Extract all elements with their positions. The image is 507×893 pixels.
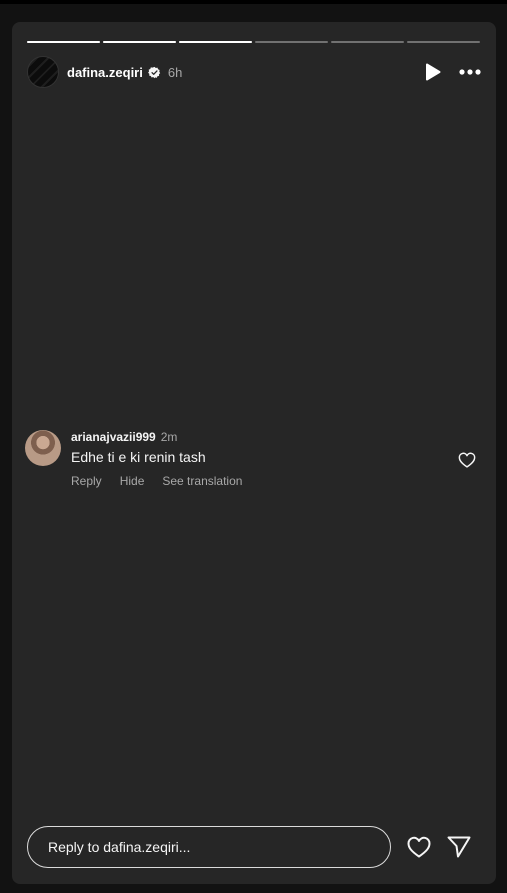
- story-card[interactable]: dafina.zeqiri 6h arianajvazii999 2m Edhe…: [12, 22, 496, 884]
- comment-hide-button[interactable]: Hide: [120, 474, 145, 488]
- comment-actions: Reply Hide See translation: [71, 474, 436, 488]
- comment-reply-button[interactable]: Reply: [71, 474, 102, 488]
- commenter-username[interactable]: arianajvazii999: [71, 430, 156, 444]
- progress-segment: [331, 41, 404, 43]
- comment-time: 2m: [160, 430, 178, 444]
- story-time: 6h: [167, 64, 183, 80]
- header-controls: [425, 63, 481, 81]
- progress-segment: [27, 41, 100, 43]
- progress-segment: [103, 41, 176, 43]
- verified-badge-icon: [147, 66, 161, 79]
- story-progress-bar: [27, 41, 480, 44]
- comment-meta: arianajvazii999 2m: [71, 430, 436, 444]
- see-translation-button[interactable]: See translation: [162, 474, 242, 488]
- author-avatar[interactable]: [27, 56, 59, 88]
- story-header: dafina.zeqiri 6h: [27, 56, 481, 88]
- reply-input[interactable]: [27, 826, 391, 868]
- progress-segment: [179, 41, 252, 43]
- story-footer: [27, 825, 481, 869]
- author-username[interactable]: dafina.zeqiri: [67, 65, 143, 80]
- comment-text: Edhe ti e ki renin tash: [71, 449, 206, 465]
- play-icon[interactable]: [425, 63, 441, 81]
- progress-segment: [407, 41, 480, 43]
- more-horizontal-icon[interactable]: [459, 69, 481, 75]
- story-viewer-page: dafina.zeqiri 6h arianajvazii999 2m Edhe…: [0, 0, 507, 893]
- heart-outline-icon[interactable]: [407, 836, 431, 858]
- progress-segment: [255, 41, 328, 43]
- commenter-avatar[interactable]: [25, 430, 61, 466]
- top-edge: [0, 0, 507, 4]
- footer-actions: [407, 836, 471, 858]
- comment-body: arianajvazii999 2m Edhe ti e ki renin ta…: [71, 430, 436, 488]
- comment-item: arianajvazii999 2m Edhe ti e ki renin ta…: [25, 430, 476, 500]
- send-icon[interactable]: [447, 836, 471, 858]
- heart-outline-icon[interactable]: [458, 452, 476, 468]
